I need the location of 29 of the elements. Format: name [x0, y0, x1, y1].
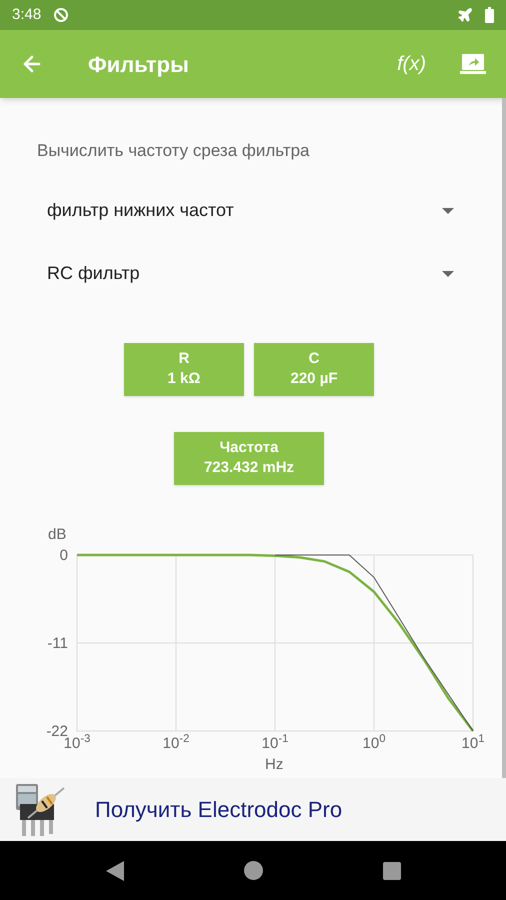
y-tick-label: -22 [46, 724, 68, 738]
airplane-icon [457, 7, 473, 23]
x-tick-label: 10$^{0}$ [362, 736, 386, 750]
home-nav-icon[interactable] [244, 861, 262, 880]
y-axis-label: dB [48, 524, 66, 544]
value-button[interactable]: R 1 kΩ [124, 342, 244, 396]
dropdown[interactable]: RC фильтр [47, 258, 454, 288]
app-title: Фильтры [88, 50, 189, 79]
dropdown[interactable]: фильтр нижних частот [47, 196, 454, 226]
value-button[interactable]: C 220 µF [254, 342, 374, 396]
x-axis-label: Hz [265, 754, 284, 774]
result-button[interactable]: Частота 723.432 mHz [174, 432, 324, 484]
status-time: 3:48 [12, 4, 42, 25]
y-tick-label: 0 [60, 548, 68, 562]
recents-nav-icon[interactable] [382, 862, 400, 880]
promo-text: Получить Electrodoc Pro [95, 796, 342, 824]
sync-off-icon [53, 7, 70, 23]
heading: Вычислить частоту среза фильтра [37, 140, 311, 162]
formula-button[interactable]: f(x) [397, 49, 426, 79]
battery-icon [485, 7, 494, 23]
promo-banner[interactable]: Получить Electrodoc Pro [0, 778, 506, 841]
dropdown-caret-icon [442, 208, 454, 214]
back-nav-icon[interactable] [106, 860, 124, 880]
x-tick-label: 10$^{-2}$ [162, 736, 190, 750]
dropdown-caret-icon [442, 270, 454, 276]
x-tick-label: 10$^{-3}$ [64, 736, 90, 750]
y-tick-label: -11 [47, 636, 68, 650]
x-tick-label: 10$^{-1}$ [262, 736, 288, 750]
x-tick-label: 10$^{1}$ [462, 736, 484, 750]
